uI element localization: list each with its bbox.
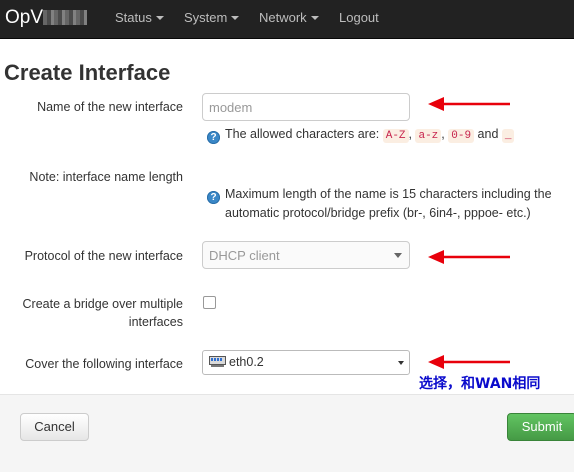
chevron-down-icon [394, 253, 402, 258]
page-title: Create Interface [4, 60, 171, 85]
cover-value: eth0.2 [229, 355, 264, 369]
help-icon: ? [207, 191, 220, 204]
code-digits: 0-9 [448, 129, 475, 143]
name-help: ? The allowed characters are: A-Z, a-z, 0… [207, 125, 515, 146]
caret-down-icon [231, 16, 240, 20]
nav-status[interactable]: Status [115, 10, 164, 25]
nav-status-label: Status [115, 10, 152, 25]
brand-logo[interactable]: OpV [5, 7, 88, 29]
help-icon: ? [207, 131, 220, 144]
protocol-select[interactable]: DHCP client [202, 241, 410, 269]
cover-label: Cover the following interface [25, 357, 183, 371]
bridge-label-line2: interfaces [128, 315, 183, 329]
caret-down-icon [310, 16, 319, 20]
red-arrow-cover [428, 355, 510, 369]
nav-network-label: Network [259, 10, 307, 25]
note-help-line2: automatic protocol/bridge prefix (br-, 6… [225, 206, 531, 220]
name-help-text: The allowed characters are: [225, 127, 383, 141]
bridge-label-line1: Create a bridge over multiple [22, 297, 184, 311]
name-label: Name of the new interface [37, 100, 183, 114]
submit-button[interactable]: Submit [507, 413, 574, 441]
brand-blurred-part [43, 10, 88, 25]
brand-text: OpV [5, 7, 44, 28]
protocol-value: DHCP client [209, 248, 280, 263]
code-upper: A-Z [382, 129, 409, 143]
annotation-text: 选择，和WAN相同 [419, 376, 541, 392]
nav-logout[interactable]: Logout [339, 10, 379, 25]
protocol-label: Protocol of the new interface [24, 249, 183, 263]
red-arrow-name [428, 97, 510, 111]
cancel-button[interactable]: Cancel [20, 413, 89, 441]
top-navbar: OpV Status System Network Logout [0, 0, 574, 39]
caret-down-icon [398, 361, 404, 365]
red-arrow-protocol [428, 250, 510, 264]
bridge-checkbox[interactable] [203, 296, 216, 309]
note-help: ? Maximum length of the name is 15 charac… [207, 185, 552, 223]
nav-logout-label: Logout [339, 10, 379, 25]
interface-name-input[interactable]: modem [202, 93, 410, 121]
caret-down-icon [155, 16, 164, 20]
network-port-icon [209, 356, 226, 367]
cover-interface-select[interactable]: eth0.2 [202, 350, 410, 375]
note-label: Note: interface name length [29, 170, 183, 184]
note-help-line1: Maximum length of the name is 15 charact… [225, 187, 552, 201]
nav-system-label: System [184, 10, 228, 25]
code-lower: a-z [415, 129, 442, 143]
nav-system[interactable]: System [184, 10, 240, 25]
bridge-label: Create a bridge over multiple interfaces [23, 295, 184, 331]
code-underscore: _ [501, 129, 515, 143]
and-text: and [474, 127, 502, 141]
nav-network[interactable]: Network [259, 10, 319, 25]
